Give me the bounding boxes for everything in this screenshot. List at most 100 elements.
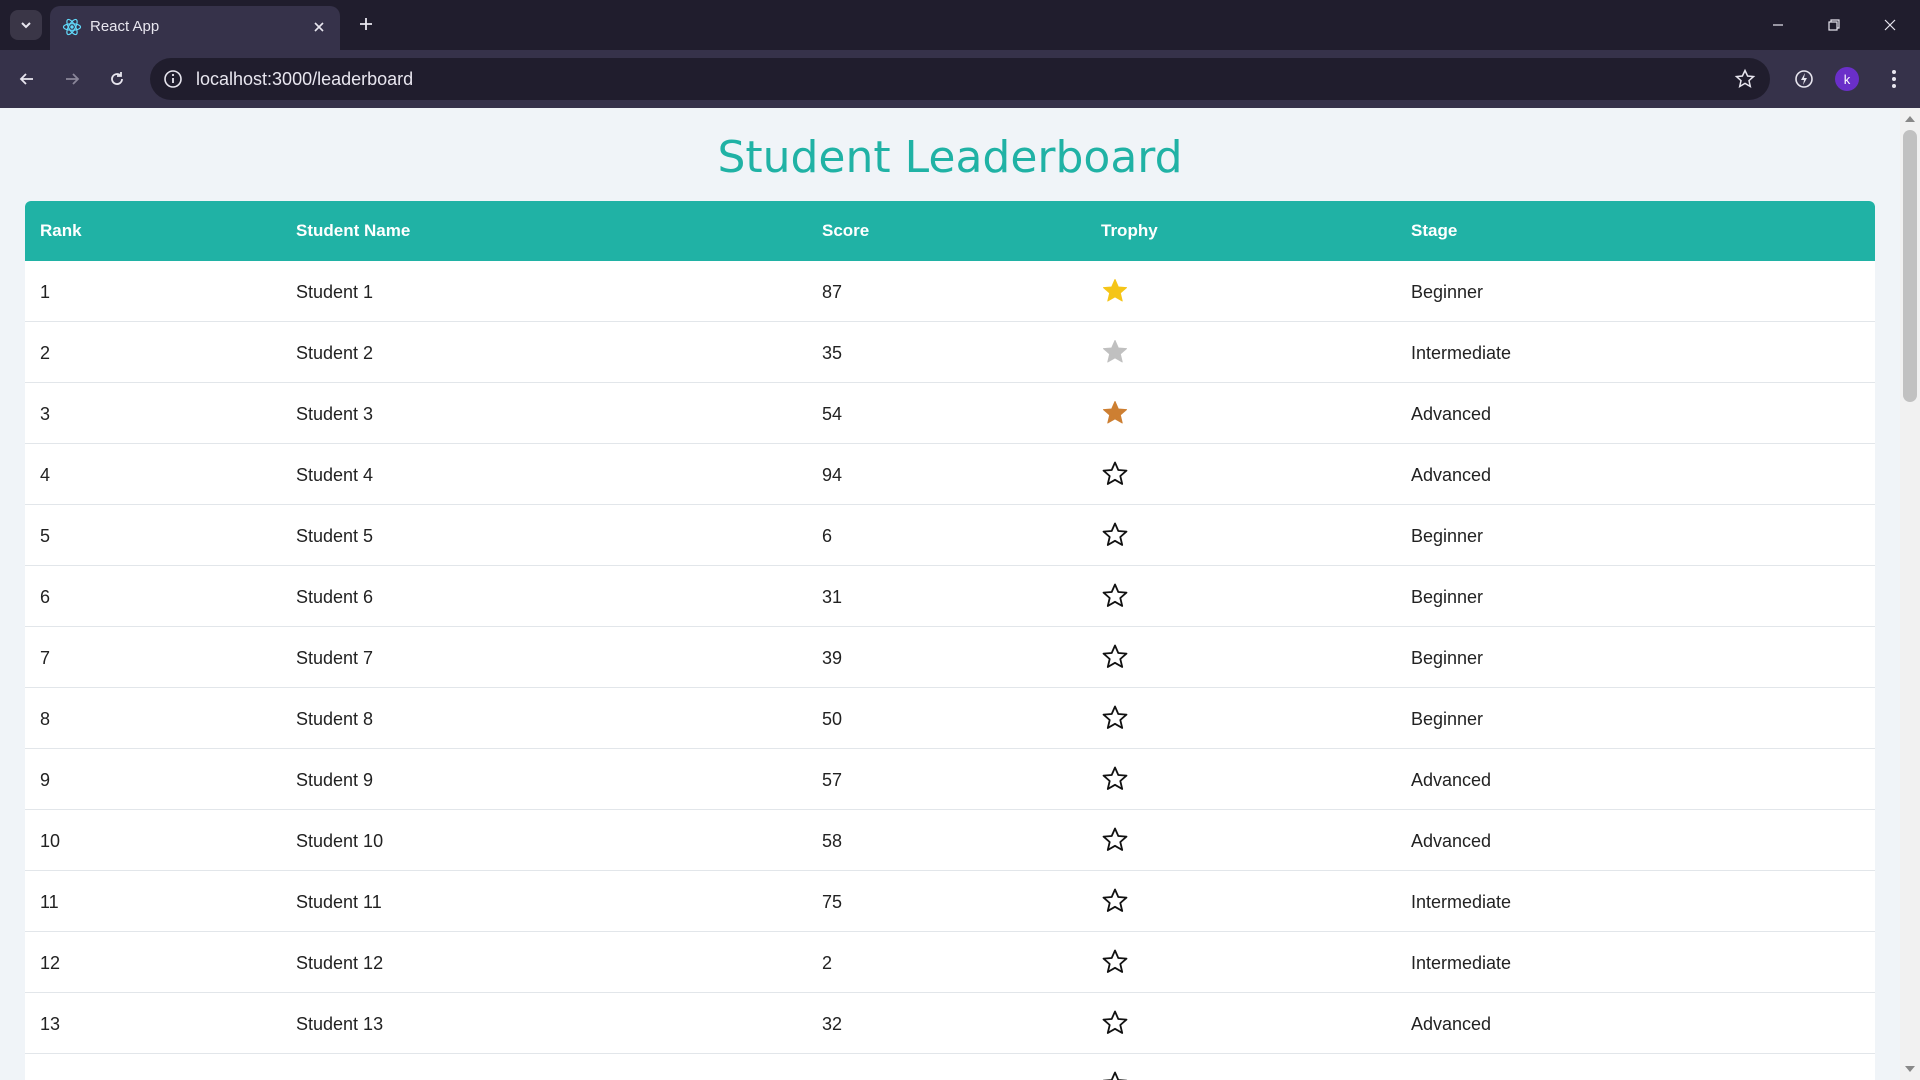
stage-cell: Advanced xyxy=(1411,831,1492,851)
outline-star-icon xyxy=(1102,766,1128,790)
stage-cell: Beginner xyxy=(1411,587,1484,607)
rank-cell: 3 xyxy=(40,404,51,424)
score-cell: 39 xyxy=(822,648,843,668)
restore-button[interactable] xyxy=(1806,0,1862,50)
table-row: 10 Student 10 58 Advanced xyxy=(25,810,1875,871)
outline-star-icon xyxy=(1102,522,1128,546)
score-cell: 75 xyxy=(822,892,843,912)
outline-star-icon xyxy=(1102,827,1128,851)
table-row: 11 Student 11 75 Intermediate xyxy=(25,871,1875,932)
stage-cell: Beginner xyxy=(1411,282,1484,302)
student-name-cell: Student 12 xyxy=(296,953,384,973)
outline-star-icon xyxy=(1102,705,1128,729)
more-vertical-icon xyxy=(1892,70,1896,88)
rank-cell: 12 xyxy=(40,953,61,973)
close-icon xyxy=(1884,19,1896,31)
score-cell: 57 xyxy=(822,770,843,790)
rank-cell: 5 xyxy=(40,526,51,546)
scrollbar-thumb[interactable] xyxy=(1903,130,1917,402)
reload-icon xyxy=(111,72,123,85)
extension-button[interactable] xyxy=(1787,62,1821,96)
student-name-cell: Student 2 xyxy=(296,343,374,363)
rank-cell: 11 xyxy=(40,892,59,912)
table-row: 9 Student 9 57 Advanced xyxy=(25,749,1875,810)
leaderboard-table: Rank Student Name Score Trophy Stage 1 St… xyxy=(25,201,1875,1080)
rank-cell: 13 xyxy=(40,1014,61,1034)
forward-button[interactable] xyxy=(55,62,89,96)
plus-icon xyxy=(360,18,372,30)
tab-react-app[interactable]: React App xyxy=(50,6,340,50)
profile-avatar[interactable]: k xyxy=(1835,67,1859,91)
table-header: Rank Student Name Score Trophy Stage xyxy=(25,201,1875,261)
student-name-cell: Student 3 xyxy=(296,404,374,424)
student-name-cell: Student 6 xyxy=(296,587,374,607)
stage-cell: Advanced xyxy=(1411,1014,1492,1034)
column-header-trophy: Trophy xyxy=(1101,221,1158,240)
tab-title: React App xyxy=(90,18,160,35)
stage-cell: Intermediate xyxy=(1411,953,1512,973)
info-icon[interactable] xyxy=(162,68,184,90)
outline-star-icon xyxy=(1102,1010,1128,1034)
student-name-cell: Student 1 xyxy=(296,282,374,302)
bookmark-star-icon[interactable] xyxy=(1734,68,1756,90)
score-cell: 6 xyxy=(822,526,833,546)
student-name-cell: Student 13 xyxy=(296,1014,384,1034)
score-cell: 2 xyxy=(822,953,833,973)
stage-cell: Advanced xyxy=(1411,465,1492,485)
stage-cell: Advanced xyxy=(1411,770,1492,790)
silver-star-icon xyxy=(1103,340,1127,363)
score-cell: 87 xyxy=(822,282,843,302)
react-logo-icon xyxy=(62,18,82,36)
student-name-cell: Student 10 xyxy=(296,831,384,851)
column-header-student-name: Student Name xyxy=(296,221,411,240)
rank-cell: 10 xyxy=(40,831,61,851)
column-header-stage: Stage xyxy=(1411,221,1458,240)
table-row: 5 Student 5 6 Beginner xyxy=(25,505,1875,566)
table-row: 12 Student 12 2 Intermediate xyxy=(25,932,1875,993)
table-row: 7 Student 7 39 Beginner xyxy=(25,627,1875,688)
back-button[interactable] xyxy=(10,62,44,96)
table-body: 1 Student 1 87 Beginner 2 Student 2 35 Intermed… xyxy=(25,261,1875,1080)
table-row: 13 Student 13 32 Advanced xyxy=(25,993,1875,1054)
score-cell: 32 xyxy=(822,1014,843,1034)
reload-button[interactable] xyxy=(100,62,134,96)
student-name-cell: Student 9 xyxy=(296,770,374,790)
address-bar[interactable]: localhost:3000/leaderboard xyxy=(150,58,1770,100)
table-row: 8 Student 8 50 Beginner xyxy=(25,688,1875,749)
tab-close-button[interactable] xyxy=(308,16,330,38)
table-row: 2 Student 2 35 Intermediate xyxy=(25,322,1875,383)
tab-strip: React App xyxy=(0,0,1920,50)
chevron-down-icon xyxy=(21,22,31,29)
browser-toolbar: localhost:3000/leaderboard k xyxy=(0,50,1920,108)
table-row xyxy=(25,1054,1875,1080)
rank-cell: 6 xyxy=(40,587,51,607)
student-name-cell: Student 8 xyxy=(296,709,374,729)
rank-cell: 8 xyxy=(40,709,51,729)
scroll-up-arrow-icon[interactable] xyxy=(1905,116,1915,122)
stage-cell: Intermediate xyxy=(1411,343,1512,363)
student-name-cell: Student 5 xyxy=(296,526,374,546)
score-cell: 58 xyxy=(822,831,843,851)
extension-icon xyxy=(1795,70,1813,88)
column-header-score: Score xyxy=(822,221,870,240)
new-tab-button[interactable] xyxy=(352,10,380,38)
page-scrollbar[interactable] xyxy=(1900,108,1920,1080)
student-name-cell: Student 11 xyxy=(296,892,382,912)
rank-cell: 7 xyxy=(40,648,51,668)
browser-menu-button[interactable] xyxy=(1877,62,1911,96)
arrow-left-icon xyxy=(19,73,33,85)
minimize-button[interactable] xyxy=(1750,0,1806,50)
score-cell: 94 xyxy=(822,465,843,485)
stage-cell: Beginner xyxy=(1411,648,1484,668)
stage-cell: Beginner xyxy=(1411,709,1484,729)
rank-cell: 4 xyxy=(40,465,51,485)
tab-search-button[interactable] xyxy=(10,10,42,40)
student-name-cell: Student 7 xyxy=(296,648,374,668)
scroll-down-arrow-icon[interactable] xyxy=(1905,1066,1915,1072)
outline-star-icon xyxy=(1102,644,1128,668)
score-cell: 54 xyxy=(822,404,843,424)
close-window-button[interactable] xyxy=(1862,0,1918,50)
page-viewport: Student Leaderboard Rank Student Name Sc… xyxy=(0,108,1900,1080)
student-name-cell: Student 4 xyxy=(296,465,374,485)
url-text[interactable]: localhost:3000/leaderboard xyxy=(196,69,413,90)
